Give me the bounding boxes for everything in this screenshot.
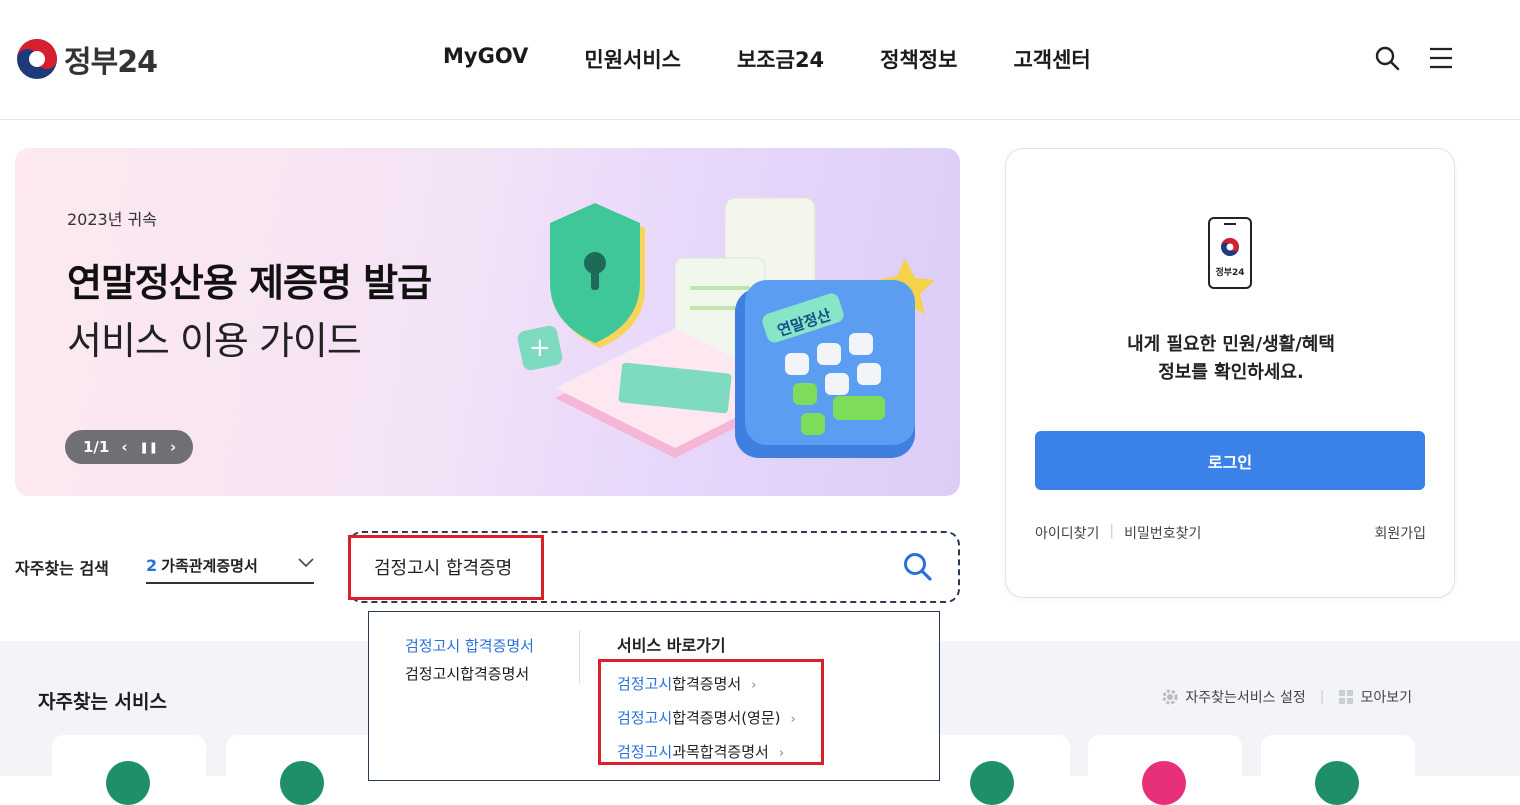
account-links: 아이디찾기 | 비밀번호찾기 [1035,523,1201,543]
section-title: 자주찾는 서비스 [38,691,167,713]
site-logo[interactable]: 정부24 [16,37,158,81]
find-password-link[interactable]: 비밀번호찾기 [1124,523,1201,543]
logo-text: 정부24 [64,45,158,80]
frequent-search-term: 가족관계증명서 [161,556,258,575]
find-id-link[interactable]: 아이디찾기 [1035,523,1099,543]
chevron-down-icon [298,558,314,568]
nav-civil-service[interactable]: 민원서비스 [584,44,681,74]
banner-illustration: + 연말정산 [517,197,935,458]
tools-divider: | [1319,689,1325,705]
dropdown-divider [579,630,580,684]
service-settings-button[interactable]: 자주찾는서비스 설정 [1161,687,1306,707]
banner-page-count: 1/1 [83,438,110,456]
shortcuts-heading: 서비스 바로가기 [617,636,726,655]
service-settings-label: 자주찾는서비스 설정 [1185,690,1306,706]
shortcut-link[interactable]: 검정고시과목합격증명서 › [617,736,796,770]
banner-subtitle: 서비스 이용 가이드 [67,319,362,363]
phone-brand-text: 정부24 [1215,268,1245,278]
shortcut-link[interactable]: 검정고시합격증명서 › [617,668,796,702]
login-message: 내게 필요한 민원/생활/혜택 정보를 확인하세요. [1006,331,1456,387]
shortcut-match-text: 검정고시 [617,675,673,693]
search-autocomplete: 검정고시 합격증명서 검정고시합격증명서 서비스 바로가기 검정고시합격증명서 ›… [368,611,940,781]
service-shortcuts: 서비스 바로가기 검정고시합격증명서 › 검정고시합격증명서(영문) › 검정고시과… [617,632,796,770]
prev-slide-icon[interactable]: ‹ [121,438,127,456]
search-icon[interactable] [1374,45,1400,71]
signup-link[interactable]: 회원가입 [1374,523,1426,543]
main-nav: MyGOV 민원서비스 보조금24 정책정보 고객센터 [443,44,1091,74]
svg-text:+: + [529,333,551,363]
shortcut-match-text: 검정고시 [617,709,673,727]
link-divider: | [1109,523,1115,539]
nav-customer-center[interactable]: 고객센터 [1013,44,1090,74]
shortcut-rest-text: 합격증명서 [672,675,742,693]
nav-policy-info[interactable]: 정책정보 [880,44,957,74]
service-icon [280,761,324,805]
frequent-search-dropdown[interactable]: 2 가족관계증명서 [146,548,314,584]
service-icon [970,761,1014,805]
frequent-search-label: 자주찾는 검색 [15,559,109,578]
nav-subsidy24[interactable]: 보조금24 [737,44,824,74]
banner-title: 연말정산용 제증명 발급 [67,261,432,305]
taegeuk-small-icon [1221,238,1239,256]
search-submit-icon[interactable] [902,551,934,583]
shortcut-link[interactable]: 검정고시합격증명서(영문) › [617,702,796,736]
taegeuk-logo-icon [17,39,57,79]
grid-icon [1339,690,1354,704]
chevron-right-icon: › [790,712,796,727]
login-panel: 정부24 내게 필요한 민원/생활/혜택 정보를 확인하세요. 로그인 아이디찾… [1005,148,1455,598]
login-message-line2: 정보를 확인하세요. [1158,362,1304,383]
suggestion-item[interactable]: 검정고시 합격증명서 [405,632,534,660]
search-box [348,531,960,603]
menu-icon[interactable] [1428,45,1454,71]
suggestion-list: 검정고시 합격증명서 검정고시합격증명서 [405,632,534,688]
service-icon [1142,761,1186,805]
shortcut-match-text: 검정고시 [617,743,673,761]
promo-banner[interactable]: 2023년 귀속 연말정산용 제증명 발급 서비스 이용 가이드 1/1 ‹ ❚… [15,148,960,496]
service-icon [1315,761,1359,805]
login-button[interactable]: 로그인 [1035,431,1425,490]
banner-eyebrow: 2023년 귀속 [67,210,157,229]
pause-icon[interactable]: ❚❚ [140,441,158,454]
view-all-button[interactable]: 모아보기 [1338,687,1412,707]
chevron-right-icon: › [751,678,757,693]
view-all-label: 모아보기 [1360,690,1412,706]
shortcut-rest-text: 합격증명서(영문) [672,709,781,727]
service-card[interactable] [226,735,380,805]
section-tools: 자주찾는서비스 설정 | 모아보기 [1161,687,1412,707]
suggestion-item[interactable]: 검정고시합격증명서 [405,660,534,688]
gear-icon [1162,689,1178,705]
login-message-line1: 내게 필요한 민원/생활/혜택 [1127,334,1335,355]
shortcut-rest-text: 과목합격증명서 [672,743,769,761]
mobile-app-icon: 정부24 [1208,217,1252,289]
nav-mygov[interactable]: MyGOV [443,44,528,74]
search-input[interactable] [374,551,874,583]
service-card[interactable] [1088,735,1242,805]
next-slide-icon[interactable]: › [170,438,176,456]
service-card[interactable] [52,735,206,805]
chevron-right-icon: › [778,746,785,761]
header: 정부24 MyGOV 민원서비스 보조금24 정책정보 고객센터 [0,0,1520,120]
service-card[interactable] [1261,735,1415,805]
service-icon [106,761,150,805]
banner-pager: 1/1 ‹ ❚❚ › [65,430,193,464]
frequent-search-rank: 2 [146,555,158,575]
